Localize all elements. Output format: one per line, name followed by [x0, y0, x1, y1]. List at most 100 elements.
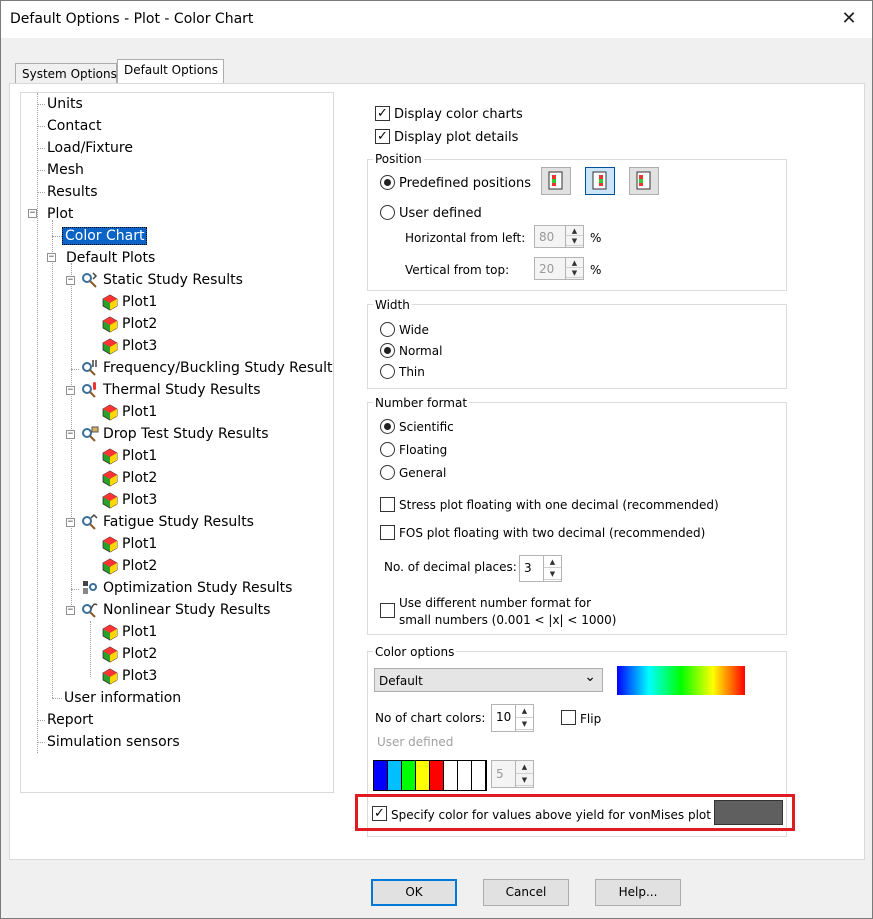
plot-icon [101, 315, 119, 333]
static-study-icon [81, 271, 99, 289]
position-right-button[interactable] [629, 167, 659, 195]
decimal-places-stepper[interactable]: 3 ▲ ▼ [519, 555, 562, 582]
user-defined-position-radio[interactable] [380, 205, 395, 220]
tree-item-nonlinear-study[interactable]: Nonlinear Study Results [101, 599, 272, 621]
spin-down-icon[interactable]: ▼ [566, 236, 583, 246]
swatch-count-stepper[interactable]: 5 ▲ ▼ [491, 760, 534, 788]
tree-item-contact[interactable]: Contact [45, 115, 103, 137]
color-swatch[interactable] [430, 761, 444, 790]
tree-item-color-chart[interactable]: Color Chart [62, 225, 148, 247]
color-swatch[interactable] [416, 761, 430, 790]
collapse-drop-test-icon[interactable]: − [66, 430, 75, 439]
stress-floating-checkbox[interactable] [380, 497, 395, 512]
tree-item-plot2[interactable]: Plot2 [120, 643, 159, 665]
color-swatch[interactable] [374, 761, 388, 790]
collapse-plot-icon[interactable]: − [28, 209, 37, 218]
tree-item-drop-test-study[interactable]: Drop Test Study Results [101, 423, 271, 445]
close-icon[interactable]: ✕ [826, 1, 872, 38]
horizontal-from-left-stepper[interactable]: 80 ▲ ▼ [534, 225, 584, 248]
display-plot-details-checkbox[interactable]: ✓ [375, 129, 390, 144]
spin-up-icon[interactable]: ▲ [516, 705, 533, 718]
tree-item-fatigue-study[interactable]: Fatigue Study Results [101, 511, 256, 533]
position-center-button[interactable] [585, 167, 615, 195]
small-numbers-checkbox[interactable] [380, 603, 395, 618]
display-color-charts-checkbox[interactable]: ✓ [375, 106, 390, 121]
tree-line [52, 236, 62, 237]
options-tree[interactable]: Units Contact Load/Fixture Mesh Results … [20, 92, 334, 793]
tree-item-units[interactable]: Units [45, 93, 85, 115]
width-wide-label: Wide [399, 323, 429, 337]
yield-color-swatch[interactable] [714, 800, 783, 825]
collapse-static-icon[interactable]: − [66, 276, 75, 285]
tree-item-plot1[interactable]: Plot1 [120, 621, 159, 643]
cancel-button[interactable]: Cancel [483, 879, 569, 906]
tab-default-options[interactable]: Default Options [117, 59, 224, 84]
tree-item-plot3[interactable]: Plot3 [120, 665, 159, 687]
spin-up-icon[interactable]: ▲ [566, 258, 583, 268]
color-scheme-select[interactable]: Default ⌄ [374, 668, 603, 692]
floating-radio[interactable] [380, 442, 395, 457]
color-swatch[interactable] [402, 761, 416, 790]
color-swatch[interactable] [472, 761, 486, 790]
tree-line [37, 742, 45, 743]
color-swatch[interactable] [388, 761, 402, 790]
tree-item-report[interactable]: Report [45, 709, 95, 731]
tree-item-plot1[interactable]: Plot1 [120, 533, 159, 555]
tree-item-plot1[interactable]: Plot1 [120, 445, 159, 467]
tree-item-frequency-study[interactable]: Frequency/Buckling Study Results [101, 357, 333, 379]
tree-item-static-study[interactable]: Static Study Results [101, 269, 245, 291]
tree-item-user-information[interactable]: User information [62, 687, 183, 709]
tree-item-plot3[interactable]: Plot3 [120, 335, 159, 357]
tree-item-plot2[interactable]: Plot2 [120, 313, 159, 335]
ok-button[interactable]: OK [371, 879, 457, 906]
predefined-positions-radio[interactable] [380, 175, 395, 190]
collapse-thermal-icon[interactable]: − [66, 386, 75, 395]
tree-item-default-plots[interactable]: Default Plots [64, 247, 157, 269]
nonlinear-study-icon [81, 601, 99, 619]
spin-up-icon[interactable]: ▲ [566, 226, 583, 236]
flip-checkbox[interactable] [561, 710, 576, 725]
tree-item-load-fixture[interactable]: Load/Fixture [45, 137, 135, 159]
horizontal-value: 80 [539, 230, 555, 244]
position-left-button[interactable] [541, 167, 571, 195]
tree-item-plot1[interactable]: Plot1 [120, 291, 159, 313]
fos-floating-checkbox[interactable] [380, 525, 395, 540]
spin-down-icon[interactable]: ▼ [516, 774, 533, 786]
tab-system-options[interactable]: System Options [15, 63, 117, 84]
tree-item-mesh[interactable]: Mesh [45, 159, 86, 181]
collapse-nonlinear-icon[interactable]: − [66, 606, 75, 615]
swatch-count-value: 5 [496, 767, 504, 781]
chart-colors-stepper[interactable]: 10 ▲ ▼ [491, 704, 534, 732]
spin-down-icon[interactable]: ▼ [544, 568, 561, 580]
tree-line [52, 220, 53, 698]
plot-icon [101, 667, 119, 685]
tree-item-simulation-sensors[interactable]: Simulation sensors [45, 731, 182, 753]
tree-item-optimization-study[interactable]: Optimization Study Results [101, 577, 294, 599]
tree-item-thermal-study[interactable]: Thermal Study Results [101, 379, 263, 401]
color-swatch[interactable] [444, 761, 458, 790]
yield-color-checkbox[interactable]: ✓ [372, 806, 387, 821]
help-button[interactable]: Help... [595, 879, 681, 906]
tree-line [37, 126, 45, 127]
spin-down-icon[interactable]: ▼ [566, 268, 583, 278]
collapse-fatigue-icon[interactable]: − [66, 518, 75, 527]
tree-item-plot1[interactable]: Plot1 [120, 401, 159, 423]
vertical-from-top-stepper[interactable]: 20 ▲ ▼ [534, 257, 584, 280]
scientific-radio[interactable] [380, 419, 395, 434]
tree-item-plot[interactable]: Plot [45, 203, 75, 225]
width-wide-radio[interactable] [380, 322, 395, 337]
predefined-positions-label: Predefined positions [399, 176, 531, 191]
spin-down-icon[interactable]: ▼ [516, 718, 533, 730]
spin-up-icon[interactable]: ▲ [516, 761, 533, 774]
color-swatch[interactable] [458, 761, 472, 790]
tree-line [37, 720, 45, 721]
spin-up-icon[interactable]: ▲ [544, 556, 561, 568]
collapse-default-plots-icon[interactable]: − [47, 253, 56, 262]
tree-item-results[interactable]: Results [45, 181, 100, 203]
tree-item-plot3[interactable]: Plot3 [120, 489, 159, 511]
tree-item-plot2[interactable]: Plot2 [120, 555, 159, 577]
width-thin-radio[interactable] [380, 364, 395, 379]
general-radio[interactable] [380, 465, 395, 480]
tree-item-plot2[interactable]: Plot2 [120, 467, 159, 489]
width-normal-radio[interactable] [380, 343, 395, 358]
